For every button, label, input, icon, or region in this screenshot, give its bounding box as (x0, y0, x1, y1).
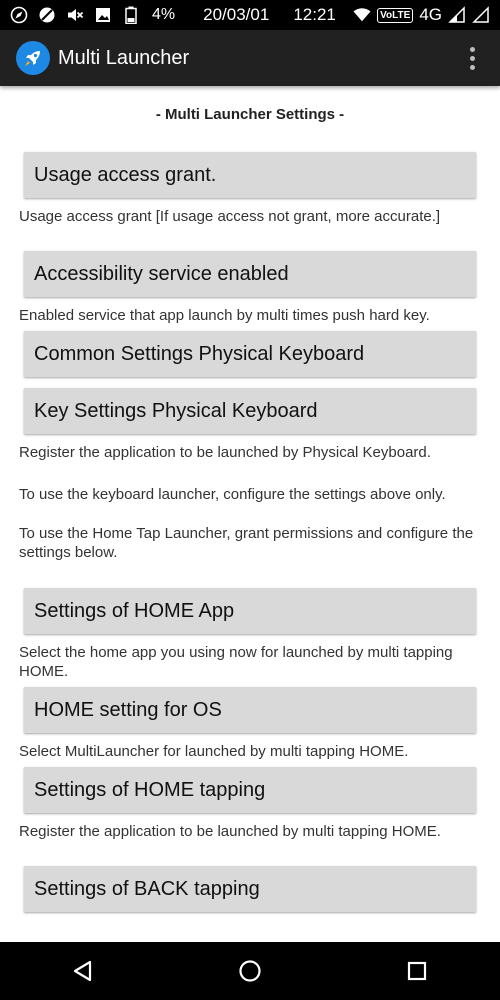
wifi-icon (353, 6, 371, 24)
settings-home-tapping-description: Register the application to be launched … (19, 823, 441, 840)
usage-access-description: Usage access grant [If usage access not … (19, 208, 441, 225)
image-icon (94, 6, 112, 24)
settings-home-tapping-button[interactable]: Settings of HOME tapping (24, 767, 476, 813)
status-bar: 4% 20/03/01 12:21 VoLTE 4G (0, 0, 500, 30)
settings-home-app-description: Select the home app you using now for la… (19, 644, 453, 680)
signal-icon (448, 6, 466, 24)
rocket-icon (16, 41, 50, 75)
battery-percent: 4% (152, 6, 176, 23)
accessibility-service-description: Enabled service that app launch by multi… (19, 307, 430, 324)
common-settings-keyboard-button[interactable]: Common Settings Physical Keyboard (24, 331, 476, 377)
compass-icon (10, 6, 28, 24)
key-settings-keyboard-button[interactable]: Key Settings Physical Keyboard (24, 388, 476, 434)
accessibility-service-button[interactable]: Accessibility service enabled (24, 251, 476, 297)
navigation-bar (0, 942, 500, 1000)
home-setting-os-button[interactable]: HOME setting for OS (24, 687, 476, 733)
section-title: - Multi Launcher Settings - (155, 106, 345, 123)
settings-home-app-button[interactable]: Settings of HOME App (24, 588, 476, 634)
do-not-disturb-icon (38, 6, 56, 24)
app-title: Multi Launcher (58, 46, 190, 69)
recents-square-icon[interactable] (387, 942, 447, 1000)
mute-icon (66, 6, 84, 24)
network-type: 4G (419, 5, 442, 24)
overflow-menu-icon[interactable] (460, 40, 484, 76)
back-triangle-icon[interactable] (53, 942, 113, 1000)
app-bar: Multi Launcher (0, 30, 500, 86)
info-keyboard-launcher: To use the keyboard launcher, configure … (19, 486, 446, 503)
info-home-tap-launcher: To use the Home Tap Launcher, grant perm… (19, 525, 474, 561)
usage-access-button[interactable]: Usage access grant. (24, 152, 476, 198)
status-time: 12:21 (293, 5, 336, 24)
home-circle-icon[interactable] (220, 942, 280, 1000)
settings-back-tapping-button[interactable]: Settings of BACK tapping (24, 866, 476, 912)
status-date: 20/03/01 (203, 5, 270, 24)
signal-icon-2 (472, 6, 490, 24)
battery-icon (122, 6, 140, 24)
settings-content[interactable]: - Multi Launcher Settings - Usage access… (0, 86, 500, 942)
volte-badge: VoLTE (377, 7, 414, 23)
home-setting-os-description: Select MultiLauncher for launched by mul… (19, 743, 409, 760)
key-settings-description: Register the application to be launched … (19, 444, 431, 461)
